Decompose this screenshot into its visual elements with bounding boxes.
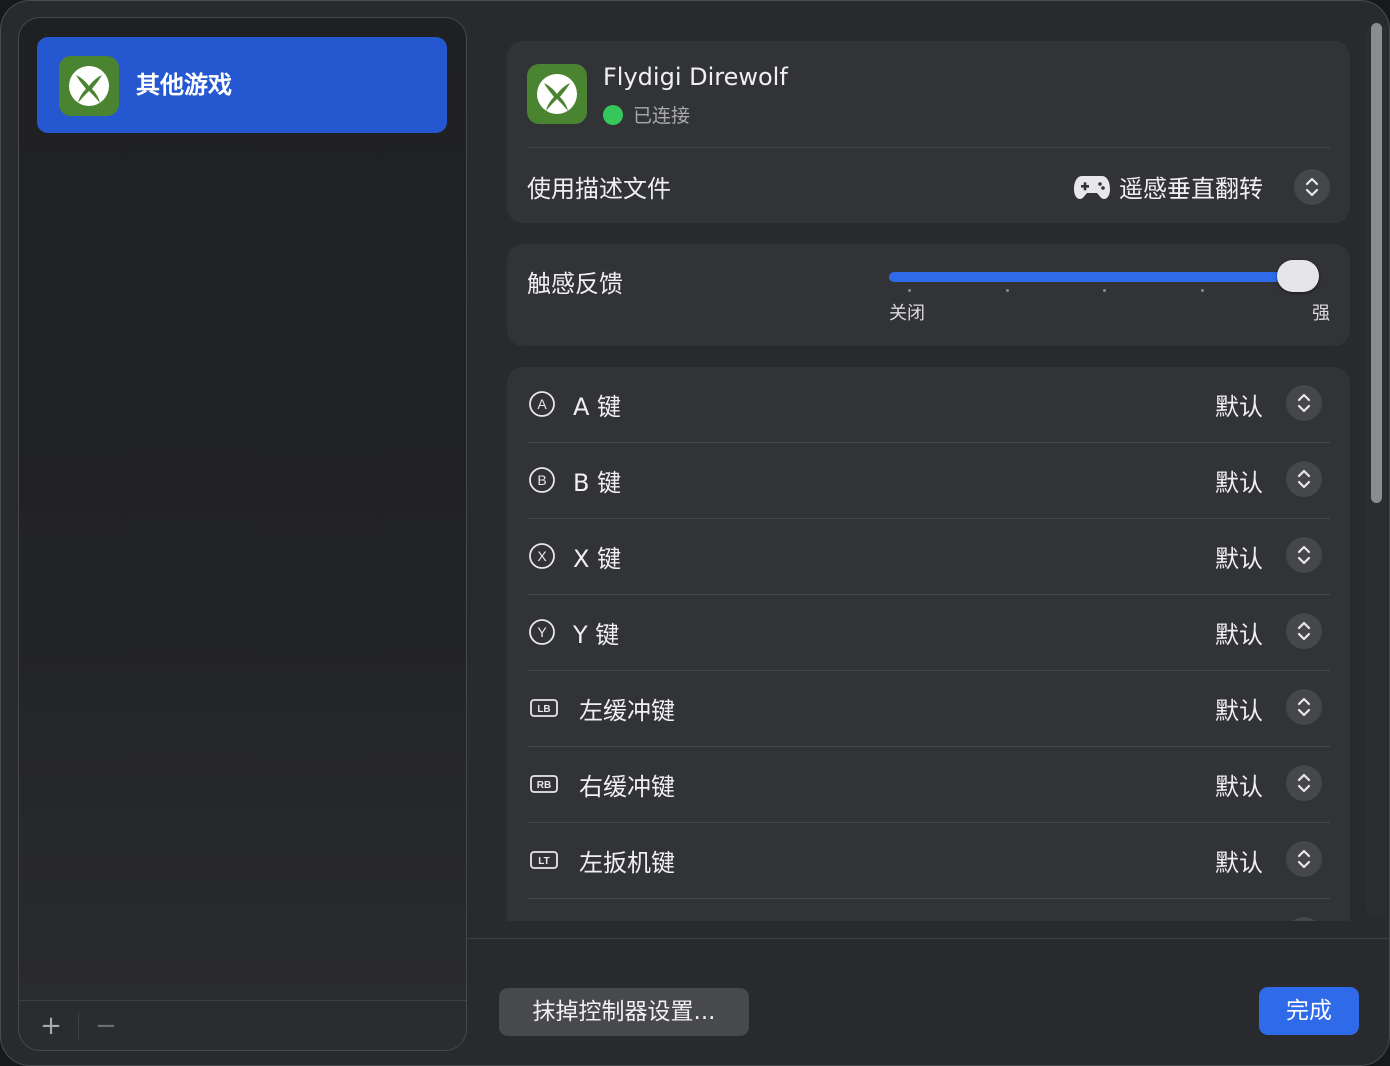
- connection-status: 已连接: [633, 105, 691, 127]
- a-button-icon: A: [529, 391, 555, 417]
- button-label: 右缓冲键: [579, 773, 675, 801]
- main-panel: Flydigi Direwolf 已连接 使用描述文件 遥感垂直翻转 触感反馈 …: [467, 1, 1389, 1065]
- lb-button-icon: LB: [530, 699, 558, 717]
- button-stepper[interactable]: [1286, 917, 1322, 921]
- button-stepper[interactable]: [1286, 765, 1322, 801]
- x-button-icon: X: [529, 543, 555, 569]
- x-glyph-text: X: [537, 548, 547, 564]
- button-label: X 键: [573, 545, 622, 573]
- y-glyph-text: Y: [537, 624, 547, 640]
- profile-stepper[interactable]: [1294, 169, 1330, 205]
- button-value: 默认: [1215, 849, 1263, 877]
- button-value: 默认: [1215, 773, 1263, 801]
- sidebar-button-separator: [78, 1012, 79, 1040]
- chevron-up-down-icon: [1297, 393, 1311, 413]
- scrollbar-thumb[interactable]: [1371, 23, 1382, 503]
- rb-button-icon: RB: [530, 775, 558, 793]
- button-label: B 键: [573, 469, 622, 497]
- button-stepper[interactable]: [1286, 537, 1322, 573]
- haptic-slider[interactable]: [889, 272, 1319, 282]
- button-value: 默认: [1215, 469, 1263, 497]
- lt-glyph-text: LT: [538, 856, 549, 867]
- device-name: Flydigi Direwolf: [603, 63, 788, 91]
- button-value: 默认: [1215, 545, 1263, 573]
- button-stepper[interactable]: [1286, 461, 1322, 497]
- haptic-label: 触感反馈: [527, 270, 623, 298]
- reset-controller-button[interactable]: 抹掉控制器设置...: [499, 988, 749, 1036]
- haptic-slider-fill: [889, 272, 1319, 282]
- xbox-logo-icon: [59, 56, 119, 116]
- haptic-tick: [1103, 289, 1106, 292]
- device-divider: [527, 147, 1330, 148]
- profile-value[interactable]: 遥感垂直翻转: [1073, 169, 1263, 204]
- footer-divider: [467, 938, 1389, 939]
- button-label: 左缓冲键: [579, 697, 675, 725]
- chevron-up-down-icon: [1297, 469, 1311, 489]
- controller-settings-window: 其他游戏 + − Flydigi Direwolf 已连接 使用描述文件 遥感垂…: [0, 0, 1390, 1066]
- sidebar-divider: [19, 1000, 466, 1001]
- button-row-partial[interactable]: [527, 899, 1330, 921]
- chevron-up-down-icon: [1297, 849, 1311, 869]
- remove-button[interactable]: −: [94, 1012, 118, 1042]
- button-row-rb[interactable]: RB 右缓冲键 默认: [527, 747, 1330, 823]
- device-card: Flydigi Direwolf 已连接 使用描述文件 遥感垂直翻转: [507, 41, 1350, 223]
- chevron-up-down-icon: [1297, 697, 1311, 717]
- done-button[interactable]: 完成: [1259, 987, 1359, 1035]
- haptic-tick: [1200, 289, 1204, 292]
- b-button-icon: B: [529, 467, 555, 493]
- haptic-tick: [1005, 289, 1009, 292]
- lt-button-icon: LT: [530, 851, 558, 869]
- chevron-up-down-icon: [1297, 545, 1311, 565]
- button-row-x[interactable]: X X 键 默认: [527, 519, 1330, 595]
- haptic-slider-thumb[interactable]: [1277, 260, 1319, 292]
- settings-scroll-area[interactable]: Flydigi Direwolf 已连接 使用描述文件 遥感垂直翻转 触感反馈 …: [467, 1, 1389, 921]
- chevron-up-down-icon: [1305, 177, 1319, 197]
- haptic-min-label: 关闭: [889, 303, 925, 324]
- sidebar-item-other-games[interactable]: 其他游戏: [37, 37, 447, 133]
- sidebar: 其他游戏 + −: [18, 17, 467, 1051]
- button-label: 左扳机键: [579, 849, 675, 877]
- haptic-tick: [908, 289, 911, 292]
- button-stepper[interactable]: [1286, 613, 1322, 649]
- button-value: 默认: [1215, 393, 1263, 421]
- button-row-lt[interactable]: LT 左扳机键 默认: [527, 823, 1330, 899]
- chevron-up-down-icon: [1297, 773, 1311, 793]
- lb-glyph-text: LB: [537, 704, 550, 715]
- button-row-a[interactable]: A A 键 默认: [527, 367, 1330, 443]
- gamepad-icon: [1074, 175, 1110, 199]
- button-stepper[interactable]: [1286, 385, 1322, 421]
- button-value: 默认: [1215, 697, 1263, 725]
- button-stepper[interactable]: [1286, 841, 1322, 877]
- button-row-lb[interactable]: LB 左缓冲键 默认: [527, 671, 1330, 747]
- y-button-icon: Y: [529, 619, 555, 645]
- connection-status-dot: [603, 105, 623, 125]
- button-label: Y 键: [573, 621, 620, 649]
- sidebar-item-label: 其他游戏: [136, 71, 232, 99]
- button-mapping-card: A A 键 默认 B B 键 默认 X X 键 默认 Y Y 键 默认 LB 左…: [507, 367, 1350, 921]
- profile-value-label: 遥感垂直翻转: [1119, 175, 1263, 203]
- button-stepper[interactable]: [1286, 689, 1322, 725]
- b-glyph-text: B: [537, 472, 546, 488]
- a-glyph-text: A: [537, 396, 547, 412]
- haptic-max-label: 强: [1312, 303, 1330, 324]
- chevron-up-down-icon: [1297, 621, 1311, 641]
- rb-glyph-text: RB: [537, 780, 551, 791]
- button-row-y[interactable]: Y Y 键 默认: [527, 595, 1330, 671]
- haptic-card: 触感反馈 关闭 强: [507, 244, 1350, 346]
- scrollbar[interactable]: [1366, 23, 1387, 918]
- button-value: 默认: [1215, 621, 1263, 649]
- button-row-b[interactable]: B B 键 默认: [527, 443, 1330, 519]
- button-label: A 键: [573, 393, 622, 421]
- profile-label: 使用描述文件: [527, 175, 671, 203]
- add-button[interactable]: +: [39, 1012, 63, 1042]
- xbox-logo-icon: [527, 64, 587, 124]
